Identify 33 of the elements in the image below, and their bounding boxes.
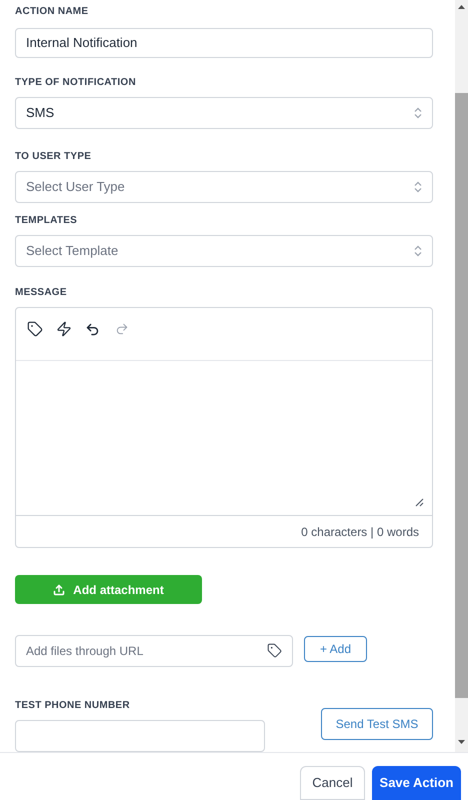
tag-icon[interactable] [26, 320, 43, 338]
add-attachment-button[interactable]: Add attachment [15, 575, 202, 604]
field-label: TEST PHONE NUMBER [15, 698, 131, 713]
select-field[interactable]: Select Template [15, 234, 433, 267]
field-label: TO USER TYPE [15, 150, 92, 164]
bolt-icon[interactable] [55, 320, 72, 338]
select-field[interactable]: SMS [15, 96, 433, 129]
resize-handle-icon[interactable] [415, 498, 424, 508]
select-value: SMS [26, 104, 54, 122]
field-label: ACTION NAME [15, 5, 90, 19]
select-placeholder: Select Template [26, 242, 118, 260]
phone-number-field[interactable] [15, 720, 265, 752]
scroll-down-icon[interactable] [458, 740, 465, 744]
upload-icon [53, 584, 66, 596]
chevron-updown-icon [414, 180, 422, 193]
field-label: TEMPLATES [15, 214, 78, 228]
send-test-sms-button[interactable]: Send Test SMS [321, 708, 433, 740]
cancel-button[interactable]: Cancel [300, 766, 365, 800]
scrollbar[interactable] [455, 0, 468, 752]
url-placeholder: Add files through URL [26, 642, 144, 660]
field-label: MESSAGE [15, 286, 68, 300]
save-button[interactable]: Save Action [372, 766, 461, 800]
scroll-up-icon[interactable] [458, 5, 465, 9]
tag-icon [267, 643, 282, 658]
field-label: TYPE OF NOTIFICATION [15, 76, 137, 90]
chevron-updown-icon [414, 106, 422, 119]
select-field[interactable]: Select User Type [15, 170, 433, 203]
action-name-field[interactable]: Internal Notification [15, 28, 433, 58]
character-counter: 0 characters | 0 words [301, 524, 419, 541]
chevron-updown-icon [414, 244, 422, 257]
select-placeholder: Select User Type [26, 178, 125, 196]
url-field[interactable]: Add files through URL [15, 634, 293, 667]
add-url-button[interactable]: + Add [304, 636, 367, 662]
